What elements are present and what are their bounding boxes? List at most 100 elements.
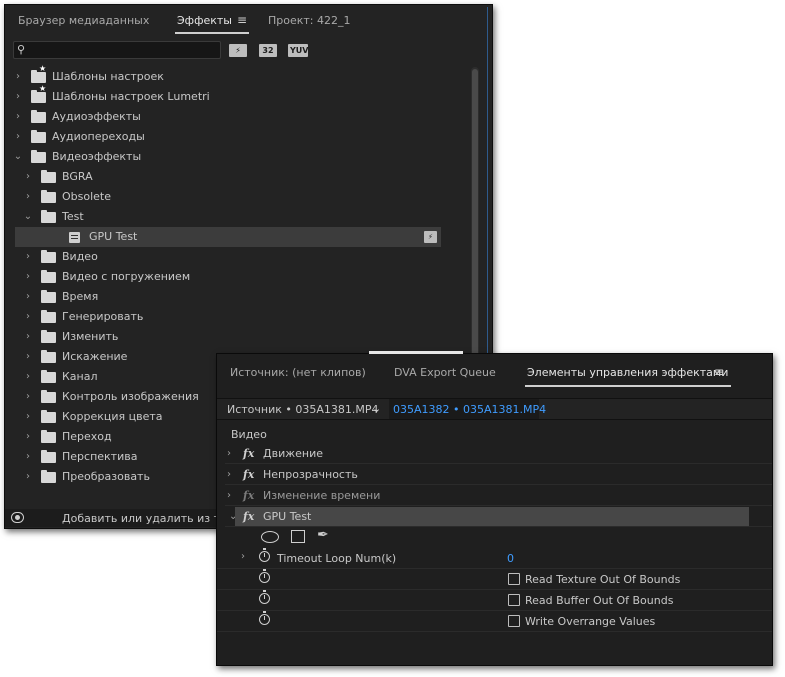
sequence-clip-selector[interactable]: 035A1382 • 035A1381.MP4 [389, 399, 546, 419]
tab-media-browser[interactable]: Браузер медиаданных [18, 14, 149, 27]
write-overrange-checkbox[interactable] [508, 615, 520, 627]
effect-row-gpu-test[interactable]: ⌄ fx GPU Test [225, 507, 772, 527]
tree-item[interactable]: › Шаблоны настроек Lumetri [11, 85, 471, 107]
tab-dva-export-queue[interactable]: DVA Export Queue [394, 366, 496, 379]
effect-row-motion[interactable]: › fx Движение [225, 444, 772, 464]
chevron-right-icon[interactable]: › [23, 467, 33, 487]
tree-item-label: Время [62, 290, 99, 303]
tree-item[interactable]: › Видео [11, 247, 471, 267]
video-section-header: Видео [231, 428, 267, 441]
param-row-write-overrange: Write Overrange Values [217, 611, 772, 632]
stopwatch-icon[interactable] [259, 569, 270, 583]
tab-project[interactable]: Проект: 422_1 [268, 14, 351, 27]
tree-item-label: Видео [62, 250, 98, 263]
chevron-right-icon[interactable]: › [13, 107, 23, 127]
32bit-filter-icon[interactable]: 32 [259, 44, 277, 57]
chevron-right-icon[interactable]: › [23, 387, 33, 407]
panel-menu-icon[interactable]: ≡ [714, 365, 724, 379]
chevron-right-icon[interactable]: › [241, 551, 245, 562]
tree-item[interactable]: ⌄ Видеоэффекты [11, 147, 471, 167]
chevron-right-icon[interactable]: › [227, 486, 231, 506]
effect-icon [69, 232, 80, 243]
folder-icon [41, 250, 56, 263]
checkbox-label: Write Overrange Values [525, 615, 656, 628]
fx-toggle-icon[interactable]: fx [243, 486, 254, 506]
stopwatch-icon[interactable] [259, 548, 270, 562]
chevron-down-icon[interactable]: ⌄ [23, 207, 33, 227]
tab-source[interactable]: Источник: (нет клипов) [230, 366, 366, 379]
effect-label: Непрозрачность [263, 468, 358, 481]
effect-row-time-remapping[interactable]: › fx Изменение времени [225, 486, 772, 506]
chevron-right-icon[interactable]: › [23, 267, 33, 287]
effect-row-highlight [235, 507, 749, 526]
panel-menu-icon[interactable]: ≡ [237, 13, 247, 27]
tree-item[interactable]: › Аудиоэффекты [11, 107, 471, 127]
read-buffer-checkbox[interactable] [508, 594, 520, 606]
effect-row-opacity[interactable]: › fx Непрозрачность [225, 465, 772, 485]
chevron-down-icon[interactable]: ⌄ [13, 147, 23, 167]
chevron-right-icon[interactable]: › [23, 327, 33, 347]
chevron-right-icon[interactable]: › [227, 444, 231, 464]
stopwatch-icon[interactable] [259, 611, 270, 625]
checkbox-label: Read Buffer Out Of Bounds [525, 594, 674, 607]
tree-item[interactable]: › Obsolete [11, 187, 471, 207]
chevron-right-icon[interactable]: › [23, 187, 33, 207]
effects-search-input[interactable]: ⚲ [13, 41, 221, 59]
chevron-right-icon[interactable]: › [23, 347, 33, 367]
chevron-right-icon[interactable]: › [23, 307, 33, 327]
yuv-filter-icon[interactable]: YUV [288, 44, 308, 57]
folder-icon [41, 430, 56, 443]
pen-mask-icon[interactable]: ✒ [317, 527, 329, 543]
tree-item[interactable]: › Шаблоны настроек [11, 65, 471, 87]
fx-toggle-icon[interactable]: fx [243, 507, 254, 527]
tree-item[interactable]: ⌄ Test [11, 207, 471, 227]
chevron-down-icon[interactable]: ⌄ [372, 402, 381, 415]
controls-panel-tabs: Источник: (нет клипов) DVA Export Queue … [217, 354, 772, 387]
effect-controls-panel: Источник: (нет клипов) DVA Export Queue … [216, 351, 773, 666]
folder-icon [41, 450, 56, 463]
folder-icon [41, 370, 56, 383]
rectangle-mask-icon[interactable] [291, 530, 305, 543]
ellipse-mask-icon[interactable] [261, 531, 279, 543]
chevron-right-icon[interactable]: › [13, 87, 23, 107]
chevron-right-icon[interactable]: › [23, 427, 33, 447]
folder-icon [31, 130, 46, 143]
tab-effect-controls[interactable]: Элементы управления эффектами [527, 366, 728, 379]
folder-icon [41, 310, 56, 323]
chevron-right-icon[interactable]: › [13, 127, 23, 147]
chevron-right-icon[interactable]: › [23, 167, 33, 187]
tree-item[interactable]: GPU Test ⚡ [15, 227, 441, 247]
chevron-right-icon[interactable]: › [23, 367, 33, 387]
chevron-right-icon[interactable]: › [23, 447, 33, 467]
chevron-right-icon[interactable]: › [23, 287, 33, 307]
folder-icon [41, 470, 56, 483]
tree-item-label: BGRA [62, 170, 93, 183]
accelerated-effect-icon: ⚡ [424, 231, 437, 243]
tree-item[interactable]: › Изменить [11, 327, 471, 347]
tree-item-label: Перспектива [62, 450, 138, 463]
tree-item[interactable]: › Видео с погружением [11, 267, 471, 287]
tree-item-label: Шаблоны настроек [52, 70, 164, 83]
tree-item[interactable]: › Аудиопереходы [11, 127, 471, 147]
fx-toggle-icon[interactable]: fx [243, 465, 254, 485]
param-row-read-buffer: Read Buffer Out Of Bounds [217, 590, 772, 611]
chevron-right-icon[interactable]: › [23, 407, 33, 427]
read-texture-checkbox[interactable] [508, 573, 520, 585]
active-tab-indicator [525, 385, 731, 387]
chevron-right-icon[interactable]: › [13, 67, 23, 87]
tree-item-label: GPU Test [89, 230, 138, 243]
sequence-clip-label[interactable]: 035A1382 • 035A1381.MP4 [393, 403, 546, 416]
tree-item-label: Искажение [62, 350, 128, 363]
stopwatch-icon[interactable] [259, 590, 270, 604]
accelerated-effects-filter-icon[interactable]: ⚡ [229, 44, 247, 57]
tab-effects[interactable]: Эффекты [177, 14, 232, 27]
tree-item[interactable]: › Время [11, 287, 471, 307]
chevron-right-icon[interactable]: › [23, 247, 33, 267]
fx-toggle-icon[interactable]: fx [243, 444, 254, 464]
creative-cloud-icon[interactable] [11, 512, 24, 523]
checkbox-label: Read Texture Out Of Bounds [525, 573, 681, 586]
tree-item[interactable]: › Генерировать [11, 307, 471, 327]
chevron-right-icon[interactable]: › [227, 465, 231, 485]
tree-item[interactable]: › BGRA [11, 167, 471, 187]
param-value-scrubber[interactable]: 0 [507, 552, 514, 565]
